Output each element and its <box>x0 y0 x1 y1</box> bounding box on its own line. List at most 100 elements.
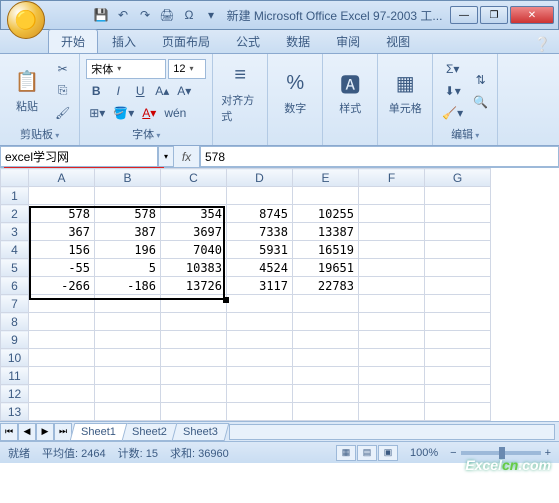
name-box-dropdown[interactable]: ▾ <box>158 146 174 167</box>
cell-G4[interactable] <box>425 241 491 259</box>
borders-icon[interactable]: ⊞▾ <box>86 103 108 123</box>
shrink-font-icon[interactable]: A▾ <box>174 81 194 101</box>
cell-B8[interactable] <box>95 313 161 331</box>
zoom-out-button[interactable]: − <box>450 447 456 459</box>
bold-button[interactable]: B <box>86 81 106 101</box>
cell-A4[interactable]: 156 <box>29 241 95 259</box>
cell-D8[interactable] <box>227 313 293 331</box>
copy-icon[interactable]: ⎘ <box>52 81 73 101</box>
cell-F9[interactable] <box>359 331 425 349</box>
sheet-tab-sheet1[interactable]: Sheet1 <box>70 423 128 441</box>
cell-C5[interactable]: 10383 <box>161 259 227 277</box>
cell-C10[interactable] <box>161 349 227 367</box>
cell-A2[interactable]: 578 <box>29 205 95 223</box>
cut-icon[interactable]: ✂ <box>52 59 73 79</box>
view-normal-icon[interactable]: ▦ <box>336 445 356 461</box>
cell-F11[interactable] <box>359 367 425 385</box>
cell-E12[interactable] <box>293 385 359 403</box>
cell-A12[interactable] <box>29 385 95 403</box>
phonetic-icon[interactable]: wén <box>161 103 189 123</box>
cell-F7[interactable] <box>359 295 425 313</box>
cell-F1[interactable] <box>359 187 425 205</box>
view-pagebreak-icon[interactable]: ▣ <box>378 445 398 461</box>
cell-A10[interactable] <box>29 349 95 367</box>
cell-D10[interactable] <box>227 349 293 367</box>
row-header-5[interactable]: 5 <box>1 259 29 277</box>
cell-D7[interactable] <box>227 295 293 313</box>
cell-C2[interactable]: 354 <box>161 205 227 223</box>
cell-G2[interactable] <box>425 205 491 223</box>
cell-F12[interactable] <box>359 385 425 403</box>
select-all-corner[interactable] <box>1 169 29 187</box>
undo-icon[interactable]: ↶ <box>115 7 131 23</box>
find-icon[interactable]: 🔍 <box>470 92 491 112</box>
col-header-B[interactable]: B <box>95 169 161 187</box>
col-header-G[interactable]: G <box>425 169 491 187</box>
cell-F2[interactable] <box>359 205 425 223</box>
cell-A1[interactable] <box>29 187 95 205</box>
cell-A8[interactable] <box>29 313 95 331</box>
col-header-A[interactable]: A <box>29 169 95 187</box>
cell-F8[interactable] <box>359 313 425 331</box>
cell-G6[interactable] <box>425 277 491 295</box>
format-painter-icon[interactable]: 🖌 <box>52 103 73 123</box>
cell-C12[interactable] <box>161 385 227 403</box>
zoom-slider[interactable] <box>461 451 541 455</box>
cell-C13[interactable] <box>161 403 227 421</box>
cell-G1[interactable] <box>425 187 491 205</box>
cell-D9[interactable] <box>227 331 293 349</box>
cell-E5[interactable]: 19651 <box>293 259 359 277</box>
clear-icon[interactable]: 🧹▾ <box>439 103 466 123</box>
fill-icon[interactable]: ⬇▾ <box>439 81 466 101</box>
cell-E11[interactable] <box>293 367 359 385</box>
cell-B6[interactable]: -186 <box>95 277 161 295</box>
cell-D2[interactable]: 8745 <box>227 205 293 223</box>
cell-A9[interactable] <box>29 331 95 349</box>
sheet-tab-sheet2[interactable]: Sheet2 <box>120 423 178 441</box>
col-header-E[interactable]: E <box>293 169 359 187</box>
tab-view[interactable]: 视图 <box>374 30 422 53</box>
cell-B12[interactable] <box>95 385 161 403</box>
row-header-10[interactable]: 10 <box>1 349 29 367</box>
cell-E6[interactable]: 22783 <box>293 277 359 295</box>
row-header-8[interactable]: 8 <box>1 313 29 331</box>
underline-button[interactable]: U <box>130 81 150 101</box>
cell-D13[interactable] <box>227 403 293 421</box>
cell-B7[interactable] <box>95 295 161 313</box>
cell-E4[interactable]: 16519 <box>293 241 359 259</box>
sort-filter-icon[interactable]: ⇅ <box>470 70 491 90</box>
selection-handle[interactable] <box>223 297 229 303</box>
tab-data[interactable]: 数据 <box>274 30 322 53</box>
cell-D3[interactable]: 7338 <box>227 223 293 241</box>
cell-A7[interactable] <box>29 295 95 313</box>
row-header-2[interactable]: 2 <box>1 205 29 223</box>
styles-button[interactable]: 🅰 样式 <box>329 66 371 120</box>
cell-C3[interactable]: 3697 <box>161 223 227 241</box>
help-icon[interactable]: ❔ <box>534 36 551 53</box>
tab-home[interactable]: 开始 <box>48 29 98 53</box>
minimize-button[interactable]: — <box>450 6 478 24</box>
cell-F6[interactable] <box>359 277 425 295</box>
cell-A3[interactable]: 367 <box>29 223 95 241</box>
cell-B4[interactable]: 196 <box>95 241 161 259</box>
name-box[interactable]: excel学习网 <box>0 146 158 167</box>
fx-button[interactable]: fx <box>174 146 200 167</box>
cells-button[interactable]: ▦ 单元格 <box>384 66 426 120</box>
cell-E13[interactable] <box>293 403 359 421</box>
cell-E10[interactable] <box>293 349 359 367</box>
cell-B11[interactable] <box>95 367 161 385</box>
row-header-13[interactable]: 13 <box>1 403 29 421</box>
grow-font-icon[interactable]: A▴ <box>152 81 172 101</box>
qat-dropdown-icon[interactable]: ▾ <box>203 7 219 23</box>
cell-B9[interactable] <box>95 331 161 349</box>
cell-B10[interactable] <box>95 349 161 367</box>
cell-D5[interactable]: 4524 <box>227 259 293 277</box>
tab-nav-next[interactable]: ▶ <box>36 423 54 441</box>
autosum-icon[interactable]: Σ▾ <box>439 59 466 79</box>
cell-C11[interactable] <box>161 367 227 385</box>
cell-G3[interactable] <box>425 223 491 241</box>
sheet-tab-sheet3[interactable]: Sheet3 <box>171 423 229 441</box>
omega-icon[interactable]: Ω <box>181 7 197 23</box>
row-header-3[interactable]: 3 <box>1 223 29 241</box>
font-name-combo[interactable]: 宋体 <box>86 59 166 79</box>
